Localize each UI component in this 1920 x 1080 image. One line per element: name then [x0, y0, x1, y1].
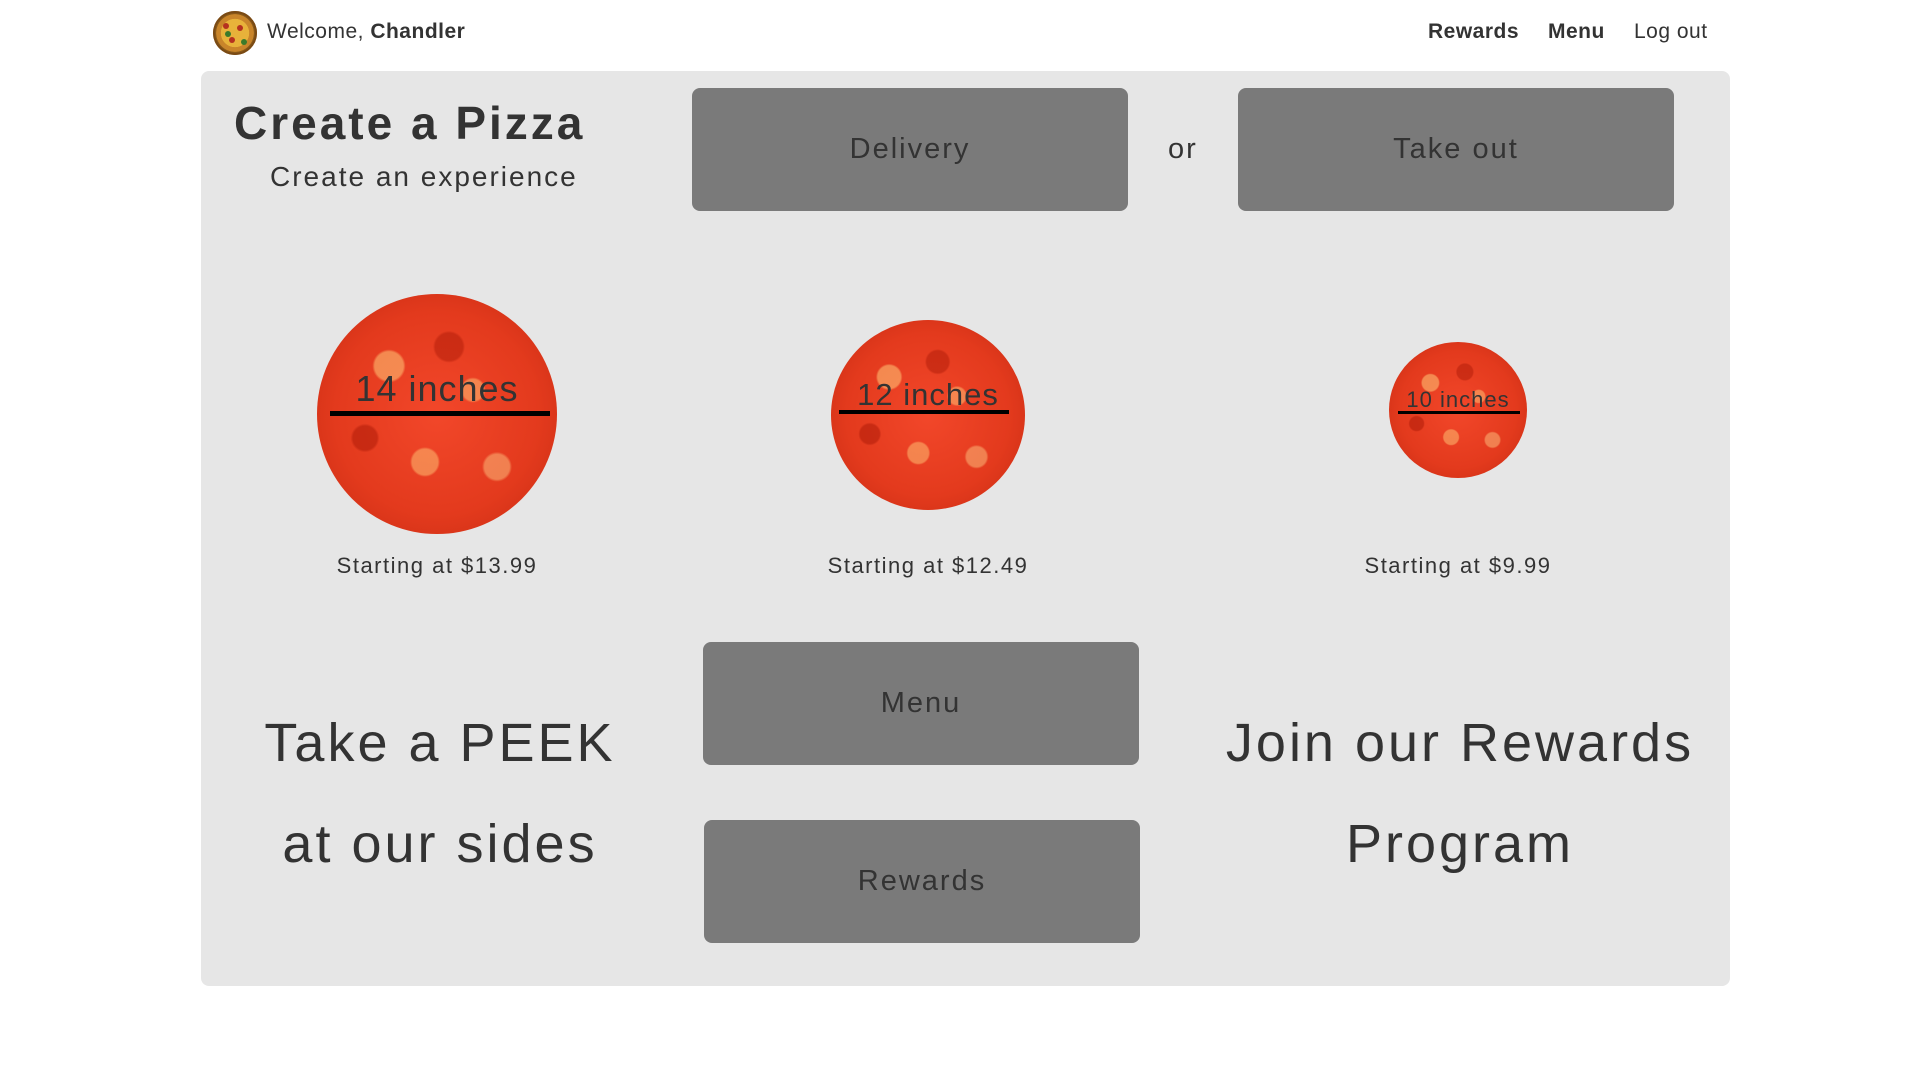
nav-logout-link[interactable]: Log out — [1634, 20, 1708, 44]
rewards-promo-line1: Join our Rewards — [1225, 713, 1695, 773]
welcome-message: Welcome, Chandler — [267, 20, 465, 44]
size-measure-line — [839, 410, 1009, 414]
top-bar: Welcome, Chandler Rewards Menu Log out — [0, 0, 1920, 66]
sides-promo-line2: at our sides — [282, 814, 598, 874]
pizza-size-label: 14 inches — [355, 368, 519, 409]
pizza-size-label: 10 inches — [1406, 387, 1510, 412]
or-separator: or — [1168, 133, 1198, 165]
pizza-price: Starting at $9.99 — [1364, 553, 1552, 578]
sides-promo-line1: Take a PEEK — [264, 713, 616, 773]
pizza-logo-icon[interactable] — [213, 11, 257, 55]
pizza-size-label: 12 inches — [857, 377, 999, 412]
pizza-12-inch[interactable] — [831, 320, 1025, 510]
rewards-button[interactable]: Rewards — [704, 820, 1140, 943]
user-name: Chandler — [370, 20, 466, 43]
welcome-prefix: Welcome, — [267, 20, 371, 43]
pizza-price: Starting at $13.99 — [336, 553, 538, 578]
sides-promo-text: Take a PEEK at our sides — [220, 693, 660, 895]
pizza-price: Starting at $12.49 — [827, 553, 1029, 578]
menu-button[interactable]: Menu — [703, 642, 1139, 765]
nav-rewards-link[interactable]: Rewards — [1428, 20, 1519, 44]
page-title: Create a Pizza — [234, 97, 586, 149]
size-measure-line — [330, 411, 550, 416]
nav-menu-link[interactable]: Menu — [1548, 20, 1605, 44]
size-measure-line — [1398, 411, 1520, 414]
delivery-button[interactable]: Delivery — [692, 88, 1128, 211]
rewards-promo-text: Join our Rewards Program — [1210, 693, 1710, 895]
page-subtitle: Create an experience — [270, 161, 578, 192]
rewards-promo-line2: Program — [1345, 814, 1575, 874]
takeout-button[interactable]: Take out — [1238, 88, 1674, 211]
